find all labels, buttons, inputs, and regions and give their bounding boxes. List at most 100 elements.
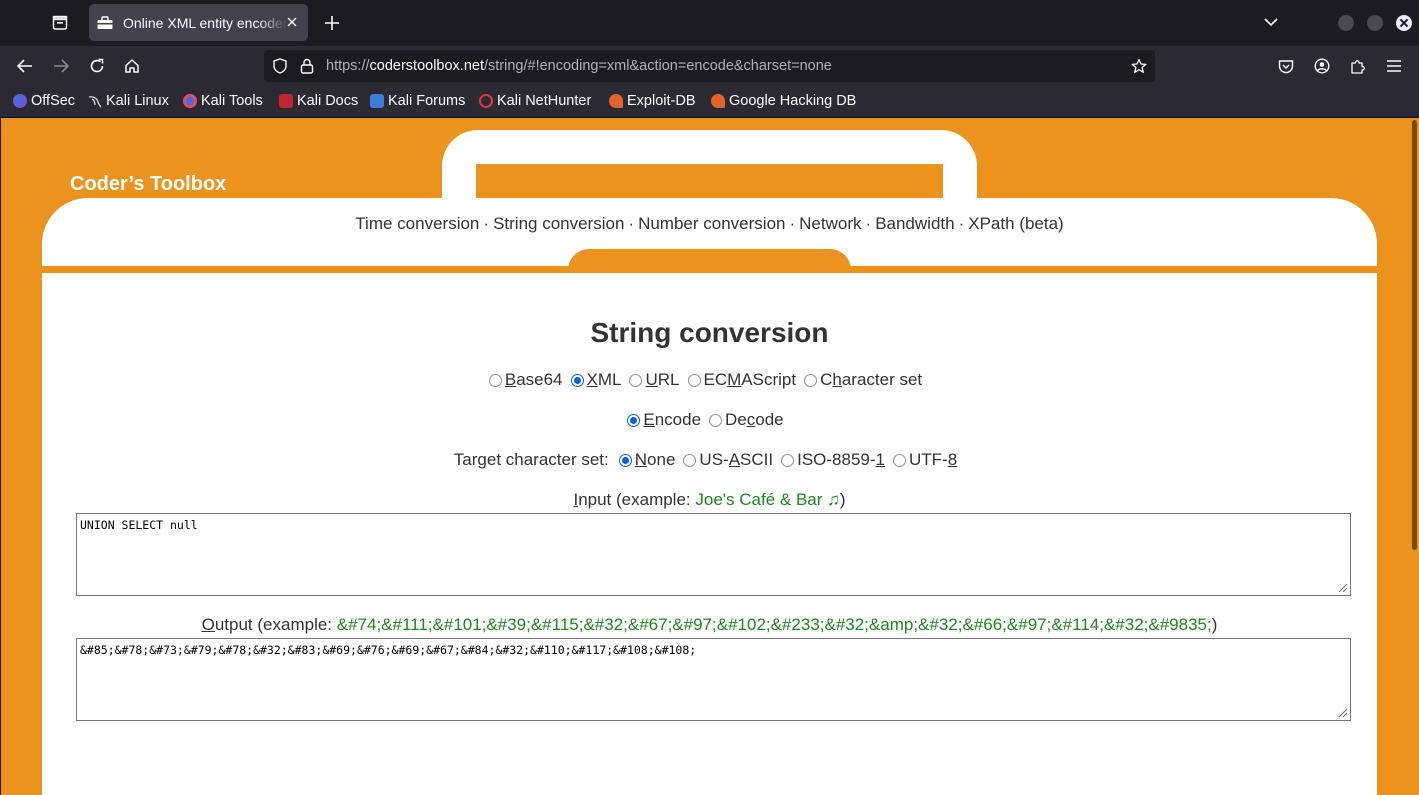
radio-url[interactable]: U RL (629, 370, 680, 390)
nav-time-conversion[interactable]: Time conversion (355, 214, 479, 233)
bookmark-kali-linux[interactable]: Kali Linux (88, 93, 169, 109)
pocket-icon (1278, 59, 1294, 73)
hamburger-menu-icon (1387, 60, 1401, 72)
radio-ecmascript[interactable]: EC M AScript (687, 370, 797, 390)
bookmark-kali-docs[interactable]: Kali Docs (279, 93, 358, 109)
maximize-window-button[interactable] (1367, 15, 1383, 31)
scrollbar-thumb[interactable] (1412, 120, 1417, 550)
forward-button[interactable] (47, 52, 75, 80)
radio-label-post: ase64 (516, 370, 563, 389)
reload-icon (90, 58, 104, 73)
lock-icon[interactable] (300, 58, 314, 74)
input-textarea[interactable]: UNION SELECT null (76, 513, 1351, 596)
radio-charset-none[interactable]: None (618, 450, 676, 470)
tab-bar: Online XML entity encoder/decoder (0, 0, 1419, 46)
back-button[interactable] (11, 52, 39, 80)
output-textarea[interactable]: &#85;&#78;&#73;&#79;&#78;&#32;&#83;&#69;… (76, 638, 1351, 721)
resize-grip-icon[interactable] (1338, 708, 1348, 718)
kali-docs-icon (279, 94, 293, 108)
home-icon (125, 59, 139, 73)
account-button[interactable] (1308, 52, 1336, 80)
radio-xml[interactable]: X ML (570, 370, 622, 390)
nav-separator: · (865, 214, 872, 233)
bookmark-label: Google Hacking DB (729, 93, 857, 109)
url-text[interactable]: https://coderstoolbox.net/string/#!encod… (326, 58, 832, 74)
radio-charset-us-ascii[interactable]: US- A SCII (683, 450, 773, 470)
bookmark-kali-forums[interactable]: Kali Forums (370, 93, 465, 109)
input-label: Input (example: Joe's Café & Bar ♫) (42, 490, 1377, 510)
bookmark-label: Exploit-DB (627, 93, 696, 109)
list-all-tabs-button[interactable] (1259, 10, 1283, 34)
resize-grip-icon[interactable] (1338, 583, 1348, 593)
bookmark-offsec[interactable]: OffSec (13, 93, 75, 109)
pocket-button[interactable] (1272, 52, 1300, 80)
site-title[interactable]: Coder’s Toolbox (70, 173, 226, 196)
close-window-button[interactable] (1396, 15, 1412, 31)
radio-decode[interactable]: De c ode (709, 410, 784, 430)
radio-button[interactable] (629, 373, 643, 387)
reload-button[interactable] (83, 52, 111, 80)
radio-label-accesskey: h (832, 370, 842, 389)
nav-separator: · (483, 214, 490, 233)
radio-character-set[interactable]: Ch aracter set (804, 370, 922, 390)
bookmark-kali-nethunter[interactable]: Kali NetHunter (479, 93, 591, 109)
nav-number-conversion[interactable]: Number conversion (638, 214, 785, 233)
radio-button[interactable] (893, 453, 907, 467)
output-value: &#85;&#78;&#73;&#79;&#78;&#32;&#83;&#69;… (80, 643, 697, 657)
tab-close-button[interactable] (284, 14, 300, 30)
bookmarks-toolbar: OffSec Kali Linux Kali Tools Kali Docs K… (0, 86, 1419, 118)
page-scrollbar[interactable] (1409, 118, 1419, 795)
radio-base64[interactable]: Base64 (488, 370, 563, 390)
radio-button[interactable] (781, 453, 795, 467)
radio-label-post: one (647, 450, 676, 469)
radio-label-post: AScript (741, 370, 797, 389)
radio-label-post: ML (597, 370, 622, 389)
radio-button[interactable] (709, 413, 723, 427)
radio-encode[interactable]: Encode (627, 410, 701, 430)
application-menu-button[interactable] (1380, 52, 1408, 80)
offsec-icon (13, 94, 27, 108)
radio-button-selected[interactable] (618, 453, 632, 467)
bookmark-google-hacking-db[interactable]: Google Hacking DB (711, 93, 856, 109)
radio-label-accesskey: 1 (875, 450, 886, 469)
address-bar[interactable]: https://coderstoolbox.net/string/#!encod… (264, 50, 1155, 82)
url-path: /string/#!encoding=xml&action=encode&cha… (484, 58, 832, 74)
chevron-down-icon (1264, 17, 1278, 26)
browser-tab-active[interactable]: Online XML entity encoder/decoder (89, 4, 308, 41)
nav-network[interactable]: Network (799, 214, 861, 233)
radio-charset-utf-8[interactable]: UTF- 8 (893, 450, 957, 470)
bookmark-kali-tools[interactable]: Kali Tools (183, 93, 263, 109)
nav-xpath[interactable]: XPath (beta) (968, 214, 1063, 233)
new-tab-button[interactable] (319, 9, 345, 37)
bookmark-exploit-db[interactable]: Exploit-DB (609, 93, 696, 109)
bookmark-star-icon[interactable] (1131, 58, 1147, 74)
nav-bandwidth[interactable]: Bandwidth (875, 214, 954, 233)
radio-button-selected[interactable] (570, 373, 584, 387)
output-label-close: ) (1211, 615, 1218, 634)
home-button[interactable] (118, 52, 146, 80)
page-heading: String conversion (590, 317, 829, 348)
radio-button[interactable] (683, 453, 697, 467)
radio-label-accesskey: A (728, 450, 741, 469)
charset-radio-group: Target character set: None US- A SCII ISO-… (42, 450, 1377, 470)
account-icon (1314, 58, 1330, 74)
radio-label-pre: US- (699, 450, 729, 469)
minimize-window-button[interactable] (1338, 15, 1354, 31)
charset-label: Target character set: (453, 450, 609, 469)
tracking-protection-shield-icon[interactable] (272, 58, 288, 74)
encoding-radio-group: Base64 X ML U RL EC M AScript Ch aracter set (42, 370, 1377, 390)
radio-button[interactable] (687, 373, 701, 387)
radio-button[interactable] (488, 373, 502, 387)
url-host: coderstoolbox.net (369, 58, 484, 74)
nav-separator: · (628, 214, 635, 233)
input-label-text: nput (example: (578, 490, 696, 509)
radio-charset-iso-8859-1[interactable]: ISO-8859- 1 (781, 450, 885, 470)
kali-forums-icon (370, 94, 384, 108)
firefox-view-button[interactable] (44, 8, 76, 38)
extensions-button[interactable] (1344, 52, 1372, 80)
nav-string-conversion[interactable]: String conversion (493, 214, 624, 233)
radio-label-post: aracter set (841, 370, 923, 389)
radio-button[interactable] (804, 373, 818, 387)
radio-button-selected[interactable] (627, 413, 641, 427)
navigation-toolbar: https://coderstoolbox.net/string/#!encod… (0, 46, 1419, 86)
